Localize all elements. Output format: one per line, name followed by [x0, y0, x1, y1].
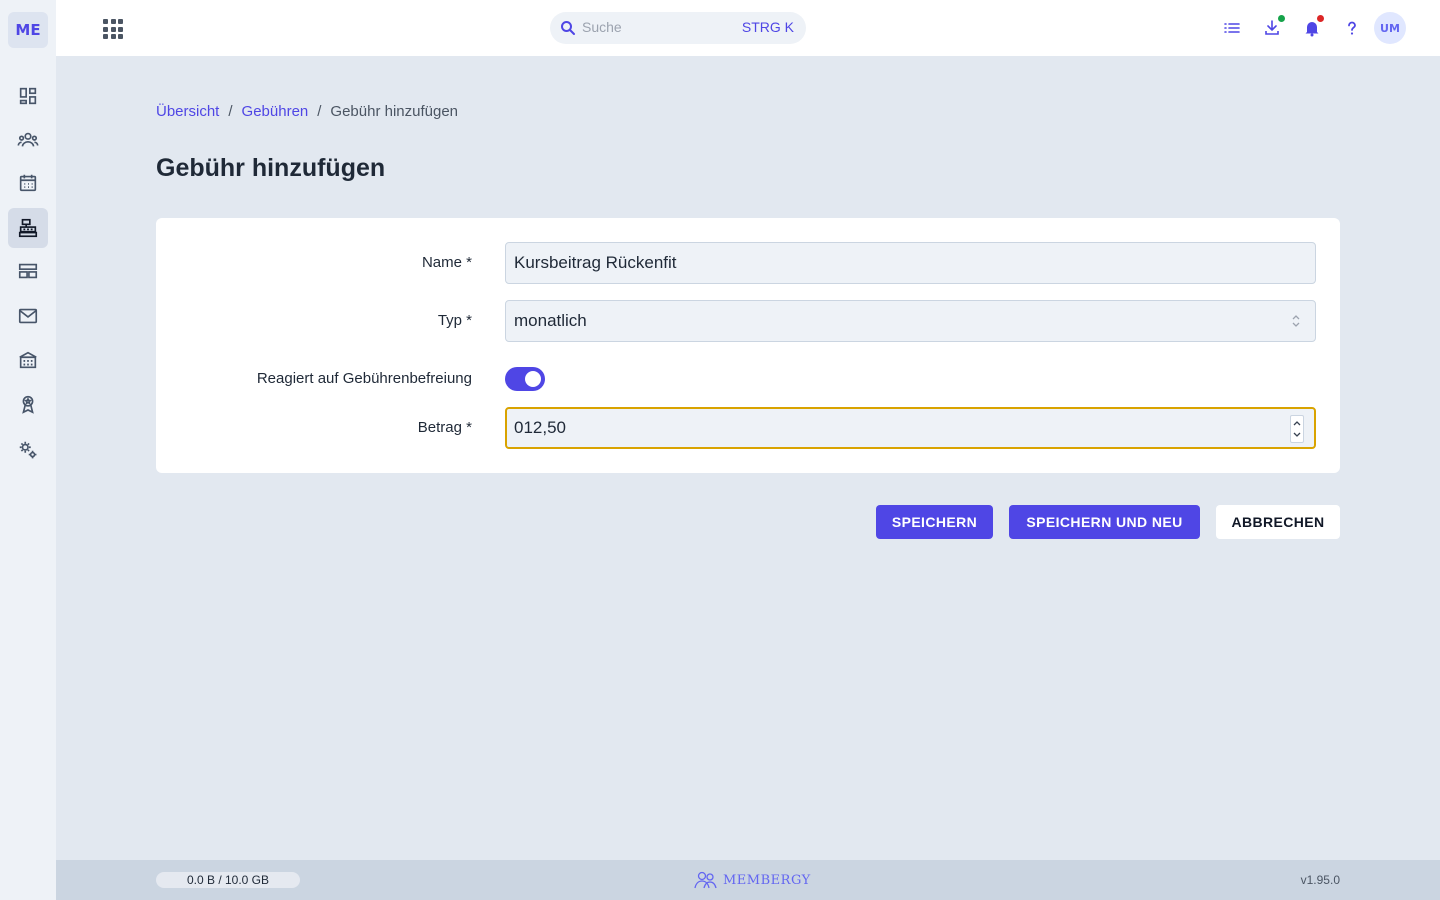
sidebar-item-calendar[interactable] [8, 163, 48, 203]
sidebar-item-organisation[interactable] [8, 340, 48, 380]
sidebar: ME [0, 0, 56, 900]
name-field[interactable]: Kursbeitrag Rückenfit [505, 242, 1316, 284]
breadcrumb-separator: / [228, 103, 233, 120]
notification-dot [1317, 15, 1324, 22]
name-value: Kursbeitrag Rückenfit [514, 253, 677, 272]
download-status-dot [1278, 15, 1285, 22]
apps-grid-icon[interactable] [100, 16, 124, 40]
breadcrumb: Übersicht / Gebühren / Gebühr hinzufügen [156, 103, 458, 120]
exemption-toggle[interactable] [505, 367, 545, 391]
sidebar-item-awards[interactable] [8, 384, 48, 424]
toggle-knob [525, 371, 541, 387]
storage-usage: 0.0 B / 10.0 GB [156, 872, 300, 888]
brand-logo: MEMBERGY [693, 870, 811, 890]
brand-name: MEMBERGY [723, 872, 811, 888]
help-icon[interactable] [1340, 16, 1364, 40]
user-avatar[interactable]: UM [1374, 12, 1406, 44]
list-icon[interactable] [1220, 16, 1244, 40]
amount-label: Betrag * [417, 419, 472, 436]
search-input[interactable]: Suche STRG K [550, 12, 806, 44]
app-logo[interactable]: ME [8, 12, 48, 48]
amount-field[interactable]: 012,50 [505, 407, 1316, 449]
sidebar-item-settings[interactable] [8, 430, 48, 470]
breadcrumb-separator: / [317, 103, 322, 120]
app-version: v1.95.0 [1300, 873, 1340, 887]
table-layout-icon [18, 263, 38, 279]
sidebar-item-tables[interactable] [8, 251, 48, 291]
dashboard-icon [19, 87, 37, 105]
name-label: Name * [421, 254, 472, 271]
exemption-label: Reagiert auf Gebührenbefreiung [256, 370, 472, 387]
mail-icon [18, 308, 38, 324]
building-icon [19, 351, 37, 369]
type-select[interactable]: monatlich [505, 300, 1316, 342]
search-icon [561, 21, 575, 35]
type-label: Typ * [437, 312, 472, 329]
download-icon[interactable] [1260, 15, 1285, 40]
sidebar-item-mail[interactable] [8, 296, 48, 336]
cash-register-icon [18, 218, 38, 238]
search-shortcut: STRG K [741, 19, 794, 35]
page-title: Gebühr hinzufügen [156, 154, 386, 182]
membergy-logo-icon [694, 871, 717, 889]
breadcrumb-fees[interactable]: Gebühren [242, 103, 309, 120]
calendar-icon [19, 174, 37, 192]
cancel-button[interactable]: ABBRECHEN [1216, 505, 1340, 539]
fee-form: Name * Kursbeitrag Rückenfit Typ * monat… [156, 218, 1340, 473]
save-button[interactable]: SPEICHERN [876, 505, 993, 539]
footer: 0.0 B / 10.0 GB MEMBERGY v1.95.0 [56, 860, 1440, 900]
amount-stepper[interactable] [1290, 415, 1304, 443]
breadcrumb-current: Gebühr hinzufügen [330, 103, 459, 120]
sidebar-item-fees[interactable] [8, 208, 48, 248]
settings-icon [19, 441, 37, 459]
type-value: monatlich [514, 311, 587, 330]
stepper-arrows-icon [1293, 421, 1301, 437]
sidebar-item-members[interactable] [8, 120, 48, 160]
sidebar-item-dashboard[interactable] [8, 76, 48, 116]
amount-value: 012,50 [514, 418, 566, 437]
select-arrows-icon [1292, 315, 1300, 327]
save-and-new-button[interactable]: SPEICHERN UND NEU [1009, 505, 1200, 539]
breadcrumb-home[interactable]: Übersicht [156, 103, 219, 120]
members-icon [17, 132, 39, 147]
award-icon [22, 395, 34, 414]
bell-icon[interactable] [1300, 15, 1324, 40]
search-placeholder: Suche [582, 19, 622, 35]
topbar: Suche STRG K UM [56, 0, 1440, 56]
